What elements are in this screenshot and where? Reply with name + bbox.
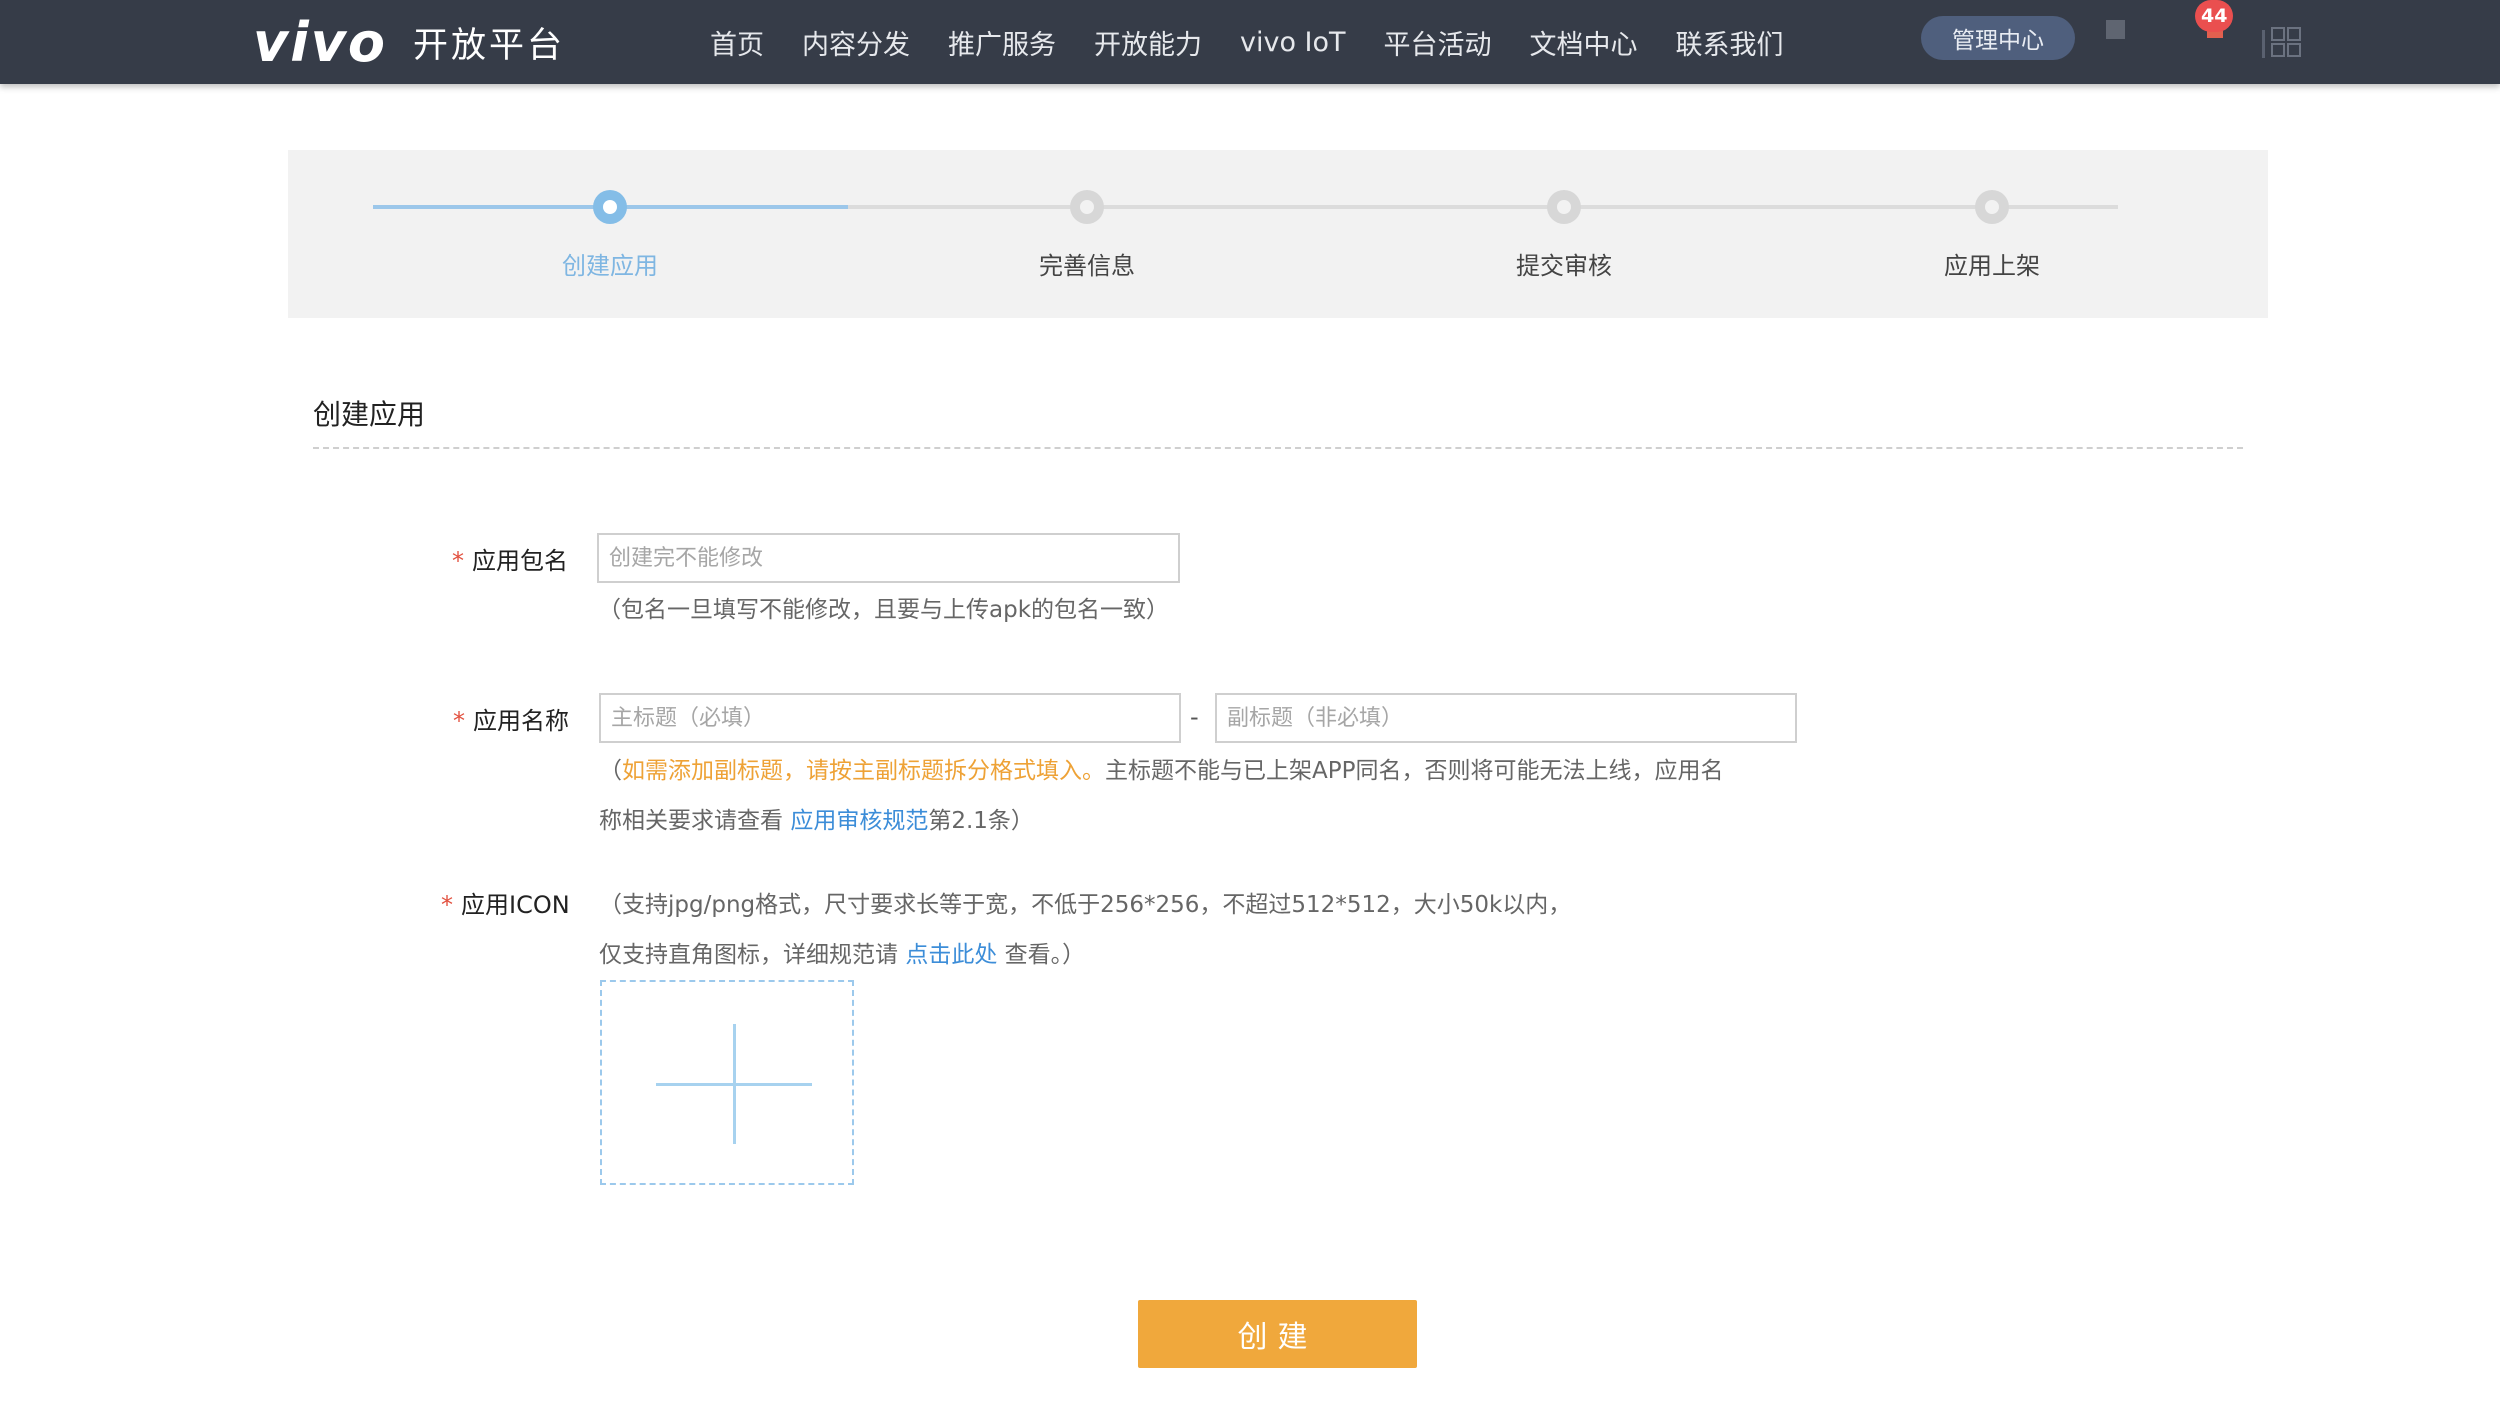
nav-item-promotion[interactable]: 推广服务 — [948, 23, 1056, 62]
icon-spec-link[interactable]: 点击此处 — [905, 942, 997, 968]
review-guidelines-link[interactable]: 应用审核规范 — [790, 808, 928, 834]
notification-badge: 44 — [2195, 0, 2234, 32]
step-line-remaining — [848, 205, 2118, 209]
required-mark: * — [452, 547, 464, 575]
required-mark: * — [441, 891, 453, 919]
top-navigation-bar: vivo 开放平台 首页 内容分发 推广服务 开放能力 vivo IoT 平台活… — [0, 0, 2500, 84]
nav-item-activities[interactable]: 平台活动 — [1384, 23, 1492, 62]
icon-hint-line2: 仅支持直角图标，详细规范请 点击此处 查看。） — [599, 935, 1085, 969]
package-name-label-text: 应用包名 — [472, 547, 568, 575]
step-dot-complete-info — [1070, 190, 1104, 224]
app-name-hint-line1: （如需添加副标题，请按主副标题拆分格式填入。主标题不能与已上架APP同名，否则将… — [599, 751, 1723, 785]
nav-item-contact[interactable]: 联系我们 — [1676, 23, 1784, 62]
progress-steps: 创建应用 完善信息 提交审核 应用上架 — [288, 150, 2268, 318]
app-name-label-text: 应用名称 — [473, 707, 569, 735]
icon-hint-pre: 仅支持直角图标，详细规范请 — [599, 942, 898, 968]
app-main-title-input[interactable] — [599, 693, 1181, 743]
step-label-submit-review: 提交审核 — [1516, 252, 1612, 280]
app-subtitle-input[interactable] — [1215, 693, 1797, 743]
app-icon-label: * 应用ICON — [441, 885, 570, 920]
square-icon[interactable] — [2106, 20, 2125, 39]
nav-item-docs[interactable]: 文档中心 — [1530, 23, 1638, 62]
step-label-publish: 应用上架 — [1944, 252, 2040, 280]
package-name-input[interactable] — [597, 533, 1180, 583]
icon-hint-post: 查看。） — [1004, 942, 1086, 968]
section-title: 创建应用 — [313, 398, 426, 431]
title-separator: - — [1190, 703, 1199, 731]
app-name-label: * 应用名称 — [453, 701, 569, 736]
create-button[interactable]: 创建 — [1138, 1300, 1417, 1368]
icon-upload-area[interactable] — [600, 980, 854, 1185]
package-name-hint: （包名一旦填写不能修改，且要与上传apk的包名一致） — [598, 597, 1170, 623]
hint-line1-rest: 主标题不能与已上架APP同名，否则将可能无法上线，应用名 — [1105, 758, 1724, 784]
step-label-create: 创建应用 — [562, 252, 658, 280]
brand-subtitle: 开放平台 — [413, 25, 566, 66]
step-dot-create — [593, 190, 627, 224]
step-dot-publish — [1975, 190, 2009, 224]
brand[interactable]: vivo 开放平台 — [253, 11, 566, 74]
apps-grid-icon[interactable] — [2262, 26, 2310, 60]
section-divider — [313, 447, 2243, 449]
nav-item-open-capabilities[interactable]: 开放能力 — [1094, 23, 1202, 62]
nav-item-content-distribution[interactable]: 内容分发 — [802, 23, 910, 62]
app-name-hint-line2: 称相关要求请查看 应用审核规范第2.1条） — [599, 801, 1034, 835]
hint-line2-post: 第2.1条） — [928, 808, 1034, 834]
step-label-complete-info: 完善信息 — [1039, 252, 1135, 280]
icon-hint-line1: （支持jpg/png格式，尺寸要求长等于宽，不低于256*256，不超过512*… — [599, 892, 1572, 918]
required-mark: * — [453, 707, 465, 735]
management-center-button[interactable]: 管理中心 — [1921, 16, 2075, 60]
hint-line2-pre: 称相关要求请查看 — [599, 808, 783, 834]
nav-item-iot[interactable]: vivo IoT — [1240, 27, 1346, 58]
plus-icon-vertical — [733, 1024, 736, 1144]
vivo-logo[interactable]: vivo — [253, 11, 387, 74]
nav-item-home[interactable]: 首页 — [710, 23, 764, 62]
hint-open-paren: （ — [599, 758, 622, 784]
app-icon-label-text: 应用ICON — [461, 891, 570, 919]
step-dot-submit-review — [1547, 190, 1581, 224]
main-nav: 首页 内容分发 推广服务 开放能力 vivo IoT 平台活动 文档中心 联系我… — [710, 0, 1822, 84]
package-name-label: * 应用包名 — [452, 541, 568, 576]
subtitle-format-notice: 如需添加副标题，请按主副标题拆分格式填入。 — [622, 758, 1105, 784]
